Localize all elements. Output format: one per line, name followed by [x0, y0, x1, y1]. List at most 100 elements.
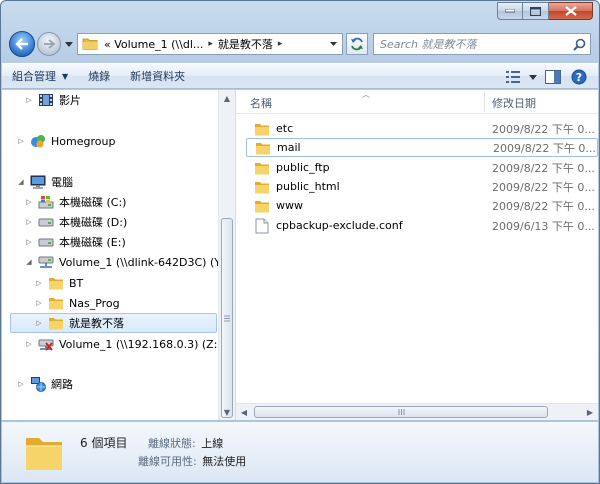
breadcrumb-separator-icon[interactable]: ▸	[278, 39, 283, 49]
column-name-header[interactable]: 名稱	[250, 95, 272, 111]
burn-label: 燒錄	[88, 70, 111, 83]
windows-drive-icon	[38, 194, 54, 210]
tree-item-videos[interactable]: ▷ 影片	[24, 90, 81, 110]
tree-item-label: BT	[69, 276, 84, 290]
tree-item-label: 影片	[59, 94, 81, 107]
expand-arrow-icon[interactable]: ▷	[24, 238, 34, 246]
expand-arrow-icon[interactable]: ▷	[24, 340, 34, 348]
forward-button[interactable]	[37, 32, 61, 56]
tree-item-nas-prog[interactable]: ▷ Nas_Prog	[34, 293, 120, 313]
recent-pages-button[interactable]	[63, 36, 75, 52]
tree-item-label: 就是教不落	[69, 317, 124, 330]
file-row-mail[interactable]: mail 2009/8/22 下午 0...	[246, 138, 598, 157]
tree-item-drive-d[interactable]: ▷ 本機磁碟 (D:)	[24, 212, 127, 232]
file-row-public-ftp[interactable]: public_ftp 2009/8/22 下午 0...	[246, 158, 598, 177]
file-row-www[interactable]: www 2009/8/22 下午 0...	[246, 196, 598, 215]
breadcrumb-item-current[interactable]: 就是教不落	[218, 36, 273, 52]
search-input[interactable]: Search 就是教不落	[380, 36, 568, 52]
close-button[interactable]	[549, 2, 593, 20]
expand-arrow-icon[interactable]: ▷	[24, 218, 34, 226]
back-button[interactable]	[9, 31, 35, 57]
tree-item-label: Nas_Prog	[69, 296, 120, 310]
back-arrow-icon	[15, 38, 28, 50]
navigation-scrollbar[interactable]: ▲ ▼	[218, 90, 235, 420]
tree-item-bt[interactable]: ▷ BT	[34, 273, 83, 293]
scroll-right-arrow-icon[interactable]: ▶	[582, 404, 598, 420]
file-row-etc[interactable]: etc 2009/8/22 下午 0...	[246, 119, 598, 138]
maximize-button[interactable]	[523, 2, 549, 20]
change-view-button[interactable]	[500, 66, 526, 88]
search-icon[interactable]	[568, 34, 590, 54]
file-date: 2009/6/13 下午 0...	[492, 219, 595, 233]
document-icon	[254, 218, 270, 234]
address-bar[interactable]: « Volume_1 (\\dl... ▸ 就是教不落 ▸	[77, 33, 343, 55]
tree-item-label: 本機磁碟 (D:)	[59, 216, 128, 229]
chevron-down-icon	[65, 41, 73, 47]
collapse-arrow-icon[interactable]: ◢	[16, 178, 26, 186]
tree-item-drive-c[interactable]: ▷ 本機磁碟 (C:)	[24, 192, 126, 212]
explorer-window: « Volume_1 (\\dl... ▸ 就是教不落 ▸ Search 就是教…	[0, 0, 600, 484]
offline-availability: 離線可用性: 無法使用	[138, 453, 246, 469]
expand-arrow-icon[interactable]: ▷	[34, 279, 44, 287]
burn-button[interactable]: 燒錄	[78, 65, 120, 87]
view-options-button[interactable]	[526, 66, 540, 88]
help-button[interactable]: ?	[566, 66, 592, 88]
details-view-icon	[506, 71, 520, 83]
organize-button[interactable]: 組合管理 ▼	[2, 65, 78, 87]
expand-arrow-icon[interactable]: ▷	[34, 299, 44, 307]
refresh-icon	[351, 37, 363, 51]
close-icon	[564, 6, 577, 16]
homegroup-icon	[30, 133, 46, 149]
expand-arrow-icon[interactable]: ▷	[24, 198, 34, 206]
column-date-header[interactable]: 修改日期	[492, 95, 536, 111]
tree-item-computer[interactable]: ◢ 電腦	[16, 172, 73, 192]
file-row-public-html[interactable]: public_html 2009/8/22 下午 0...	[246, 177, 598, 196]
expand-arrow-icon[interactable]: ▷	[24, 96, 34, 104]
view-controls: ?	[500, 66, 592, 88]
refresh-button[interactable]	[346, 33, 368, 55]
drive-icon	[38, 214, 54, 230]
tree-item-label: 本機磁碟 (E:)	[59, 236, 126, 249]
tree-item-volume-y[interactable]: ◢ Volume_1 (\\dlink-642D3C) (Y:)	[24, 252, 218, 272]
folder-icon	[254, 160, 270, 176]
scrollbar-thumb[interactable]	[254, 406, 548, 418]
scroll-down-arrow-icon[interactable]: ▼	[219, 404, 235, 420]
horizontal-scrollbar[interactable]: ◀ ▶	[236, 403, 598, 420]
offline-availability-label: 離線可用性:	[138, 455, 197, 468]
new-folder-button[interactable]: 新增資料夾	[120, 65, 195, 87]
scroll-up-arrow-icon[interactable]: ▲	[219, 90, 235, 106]
file-row-cpbackup-conf[interactable]: cpbackup-exclude.conf 2009/6/13 下午 0...	[246, 216, 598, 235]
collapse-arrow-icon[interactable]: ◢	[24, 258, 34, 266]
breadcrumb: « Volume_1 (\\dl... ▸ 就是教不落 ▸	[98, 34, 287, 54]
folder-icon	[48, 275, 64, 291]
minimize-button[interactable]	[497, 2, 523, 20]
sort-ascending-icon: ︿	[362, 90, 370, 99]
expand-arrow-icon[interactable]: ▷	[34, 319, 44, 327]
offline-status: 離線狀態: 上線	[148, 435, 223, 451]
tree-item-network[interactable]: ▷ 網路	[16, 374, 73, 394]
tree-item-current-folder[interactable]: ▷ 就是教不落	[10, 313, 217, 333]
file-date: 2009/8/22 下午 0...	[492, 199, 595, 213]
content-area: ▷ 影片 ▷ Homegroup ◢ 電腦 ▷ 本機磁碟 (C:) ▷ 本機磁碟…	[2, 90, 598, 420]
tree-item-drive-e[interactable]: ▷ 本機磁碟 (E:)	[24, 232, 126, 252]
tree-item-label: Volume_1 (\\dlink-642D3C) (Y:)	[59, 255, 218, 269]
expand-arrow-icon[interactable]: ▷	[16, 137, 26, 145]
offline-availability-value: 無法使用	[202, 455, 247, 468]
file-list: 名稱 ︿ 修改日期 etc 2009/8/22 下午 0... mail 200…	[236, 90, 598, 420]
breadcrumb-separator-icon[interactable]: ▸	[208, 39, 213, 49]
breadcrumb-item-volume[interactable]: « Volume_1 (\\dl...	[104, 38, 203, 51]
folder-icon	[82, 36, 98, 53]
preview-pane-icon	[545, 70, 561, 84]
expand-arrow-icon[interactable]: ▷	[16, 380, 26, 388]
search-box[interactable]: Search 就是教不落	[373, 33, 591, 55]
address-dropdown-button[interactable]	[326, 36, 340, 52]
organize-label: 組合管理	[12, 70, 56, 83]
scroll-left-arrow-icon[interactable]: ◀	[236, 404, 252, 420]
file-name: public_ftp	[276, 161, 330, 174]
preview-pane-button[interactable]	[540, 66, 566, 88]
tree-item-homegroup[interactable]: ▷ Homegroup	[16, 131, 115, 151]
column-divider[interactable]	[484, 92, 485, 112]
tree-item-volume-z[interactable]: ▷ Volume_1 (\\192.168.0.3) (Z:)	[24, 334, 218, 354]
tree-item-label: 網路	[51, 378, 73, 391]
scrollbar-thumb[interactable]	[221, 218, 233, 418]
